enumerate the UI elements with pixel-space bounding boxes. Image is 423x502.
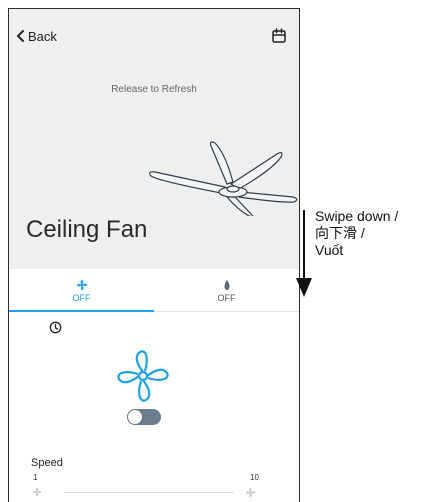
tab-light[interactable]: OFF — [154, 271, 299, 311]
back-button[interactable]: Back — [16, 27, 57, 45]
fan-fast-icon — [245, 487, 256, 498]
tab-light-label: OFF — [217, 293, 236, 303]
pull-refresh-text: Release to Refresh — [111, 84, 197, 95]
swipe-instruction-line: Swipe down / — [315, 208, 399, 224]
clock-icon[interactable] — [49, 321, 62, 334]
speed-min-label: 1 — [33, 473, 38, 482]
power-toggle[interactable] — [127, 409, 161, 425]
swipe-instruction: Swipe down / 向下滑 / Vuốt — [315, 208, 398, 259]
ceiling-fan-illustration — [149, 141, 298, 216]
light-bulb-icon — [224, 280, 229, 290]
back-label: Back — [28, 28, 57, 44]
fan-icon — [76, 280, 87, 290]
device-header: Back Release to Refresh Ceiling Fan — [9, 9, 299, 269]
speed-max-label: 10 — [250, 473, 259, 482]
toggle-knob — [128, 410, 142, 424]
phone-screen: Back Release to Refresh Ceiling Fan OFF … — [8, 8, 300, 502]
chevron-left-icon — [17, 30, 24, 42]
fan-icon — [117, 350, 169, 402]
device-title: Ceiling Fan — [26, 216, 148, 243]
mode-tabs: OFF OFF — [9, 271, 299, 312]
tab-fan-label: OFF — [72, 293, 91, 303]
speed-slider[interactable] — [64, 492, 234, 493]
calendar-icon[interactable] — [270, 27, 288, 45]
swipe-instruction-line: 向下滑 / — [315, 225, 365, 241]
fan-slow-icon — [32, 487, 42, 497]
swipe-instruction-line: Vuốt — [315, 242, 344, 258]
tab-fan[interactable]: OFF — [9, 271, 154, 312]
swipe-down-arrow — [296, 210, 312, 297]
speed-label: Speed — [31, 457, 63, 469]
